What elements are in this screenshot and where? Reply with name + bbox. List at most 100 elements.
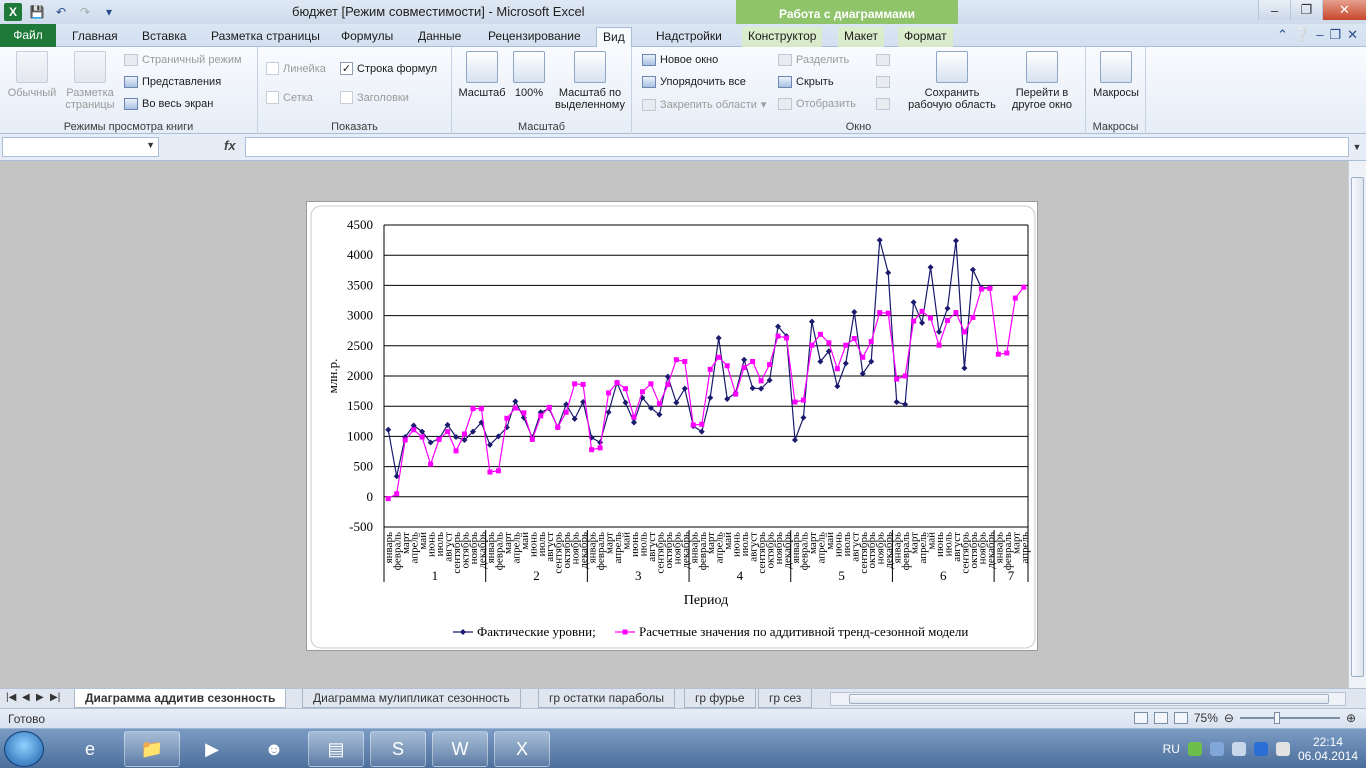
page-break-view-button[interactable]: Страничный режим [124,54,242,66]
tab-formulas[interactable]: Формулы [335,27,399,47]
messenger-icon[interactable]: ☻ [246,731,302,767]
prev-sheet-icon[interactable]: ◀ [22,692,30,703]
macros-button[interactable]: Макросы [1090,51,1142,99]
y-tick-label: 4500 [347,217,373,232]
tab-insert[interactable]: Вставка [136,27,193,47]
gridlines-checkbox[interactable]: Сетка [266,91,313,104]
data-point-actual [741,356,748,363]
workbook-close-icon[interactable]: ✕ [1347,27,1358,43]
explorer-icon[interactable]: 📁 [124,731,180,767]
tab-addins[interactable]: Надстройки [650,27,728,47]
tray-app-icon[interactable] [1187,742,1202,756]
tab-view[interactable]: Вид [596,27,632,48]
data-point-actual [715,334,722,341]
sheet-tab-additive[interactable]: Диаграмма аддитив сезонность [74,689,287,708]
volume-icon[interactable] [1231,742,1246,756]
zoom-button[interactable]: Масштаб [456,51,508,99]
tab-home[interactable]: Главная [66,27,124,47]
normal-view-button[interactable]: Обычный [4,51,60,99]
insert-function-icon[interactable]: fx [224,138,236,153]
full-screen-button[interactable]: Во весь экран [124,98,213,110]
customize-qat-icon[interactable]: ▾ [100,3,118,21]
restore-icon[interactable]: ❐ [1290,0,1322,20]
freeze-panes-button[interactable]: Закрепить области ▾ [642,98,766,111]
expand-formula-bar-icon[interactable]: ▼ [1350,137,1364,157]
zoom-level[interactable]: 75% [1194,711,1218,725]
last-sheet-icon[interactable]: ▶| [50,692,60,703]
language-indicator[interactable]: RU [1163,742,1180,756]
formula-bar-checkbox[interactable]: ✓ Строка формул [340,62,437,75]
page-break-view-icon[interactable] [1173,712,1188,724]
desktop-app-icon[interactable]: ▤ [308,731,364,767]
media-player-icon[interactable]: ▶ [184,731,240,767]
start-button[interactable] [4,731,44,767]
headings-checkbox[interactable]: Заголовки [340,91,409,104]
page-layout-view-icon[interactable] [1153,712,1168,724]
chevron-down-icon[interactable]: ▼ [146,140,155,150]
sheet-tab-seasonal[interactable]: гр сез [758,689,813,708]
redo-icon[interactable]: ↷ [76,3,94,21]
synchronous-scrolling-icon[interactable] [876,76,890,88]
undo-icon[interactable]: ↶ [52,3,70,21]
excel-icon[interactable]: X [494,731,550,767]
data-point-model [800,397,806,403]
zoom-slider-thumb[interactable] [1274,712,1281,724]
vertical-scrollbar[interactable] [1348,161,1366,688]
scrollbar-thumb[interactable] [1351,177,1364,677]
save-workspace-button[interactable]: Сохранить рабочую область [902,51,1002,111]
internet-explorer-icon[interactable]: e [62,731,118,767]
normal-view-icon[interactable] [1133,712,1148,724]
tab-layout[interactable]: Макет [838,27,884,47]
zoom-100-button[interactable]: 100% [510,51,548,99]
save-icon[interactable]: 💾 [28,3,46,21]
help-icon[interactable]: ❔ [1294,27,1310,43]
data-point-model [767,362,773,368]
view-side-by-side-icon[interactable] [876,54,890,66]
tab-file[interactable]: Файл [0,24,56,47]
zoom-out-icon[interactable]: ⊖ [1224,711,1234,725]
close-icon[interactable]: ✕ [1322,0,1366,20]
name-box[interactable]: ▼ [2,137,159,157]
bluetooth-icon[interactable] [1253,742,1268,756]
ruler-checkbox[interactable]: Линейка [266,62,326,75]
split-button[interactable]: Разделить [778,54,849,66]
arrange-all-button[interactable]: Упорядочить все [642,76,746,88]
scrollbar-thumb[interactable] [849,694,1329,704]
minimize-icon[interactable]: – [1258,0,1290,20]
horizontal-scrollbar[interactable] [830,692,1346,706]
page-layout-view-button[interactable]: Разметка страницы [62,51,118,111]
legend-label-model: Расчетные значения по аддитивной тренд-с… [639,624,968,639]
word-icon[interactable]: W [432,731,488,767]
custom-views-button[interactable]: Представления [124,76,221,88]
zoom-to-selection-button[interactable]: Масштаб по выделенному [552,51,628,111]
flag-icon[interactable] [1275,742,1290,756]
tab-page-layout[interactable]: Разметка страницы [205,27,326,47]
sheet-tab-fourier[interactable]: гр фурье [684,689,756,708]
tab-design[interactable]: Конструктор [742,27,823,47]
sheet-tab-parabola-residuals[interactable]: гр остатки параболы [538,689,676,708]
data-point-model [953,310,959,316]
excel-logo-icon[interactable]: X [4,3,22,21]
zoom-in-icon[interactable]: ⊕ [1346,711,1356,725]
switch-windows-button[interactable]: Перейти в другое окно [1002,51,1082,111]
network-icon[interactable] [1209,742,1224,756]
chart-area[interactable]: -500 0 500 1000 1500 2000 2500 3000 3500 4000 4500… [306,201,1038,651]
minimize-ribbon-icon[interactable]: ⌃ [1277,27,1288,43]
tab-review[interactable]: Рецензирование [482,27,587,47]
tab-format[interactable]: Формат [898,27,953,47]
formula-input[interactable] [245,137,1349,157]
reset-window-position-icon[interactable] [876,98,890,110]
zoom-slider[interactable] [1239,712,1340,724]
first-sheet-icon[interactable]: |◀ [6,692,16,703]
sheet-tab-multiplicative[interactable]: Диаграмма мулипликат сезонность [302,689,521,708]
clock[interactable]: 22:14 06.04.2014 [1298,735,1358,763]
next-sheet-icon[interactable]: ▶ [36,692,44,703]
unhide-button[interactable]: Отобразить [778,98,856,110]
tab-data[interactable]: Данные [412,27,467,47]
skype-icon[interactable]: S [370,731,426,767]
hide-button[interactable]: Скрыть [778,76,834,88]
workbook-minimize-icon[interactable]: – [1316,27,1323,43]
workbook-restore-icon[interactable]: ❐ [1329,27,1341,43]
group-label: Показать [331,121,378,133]
new-window-button[interactable]: Новое окно [642,54,718,66]
